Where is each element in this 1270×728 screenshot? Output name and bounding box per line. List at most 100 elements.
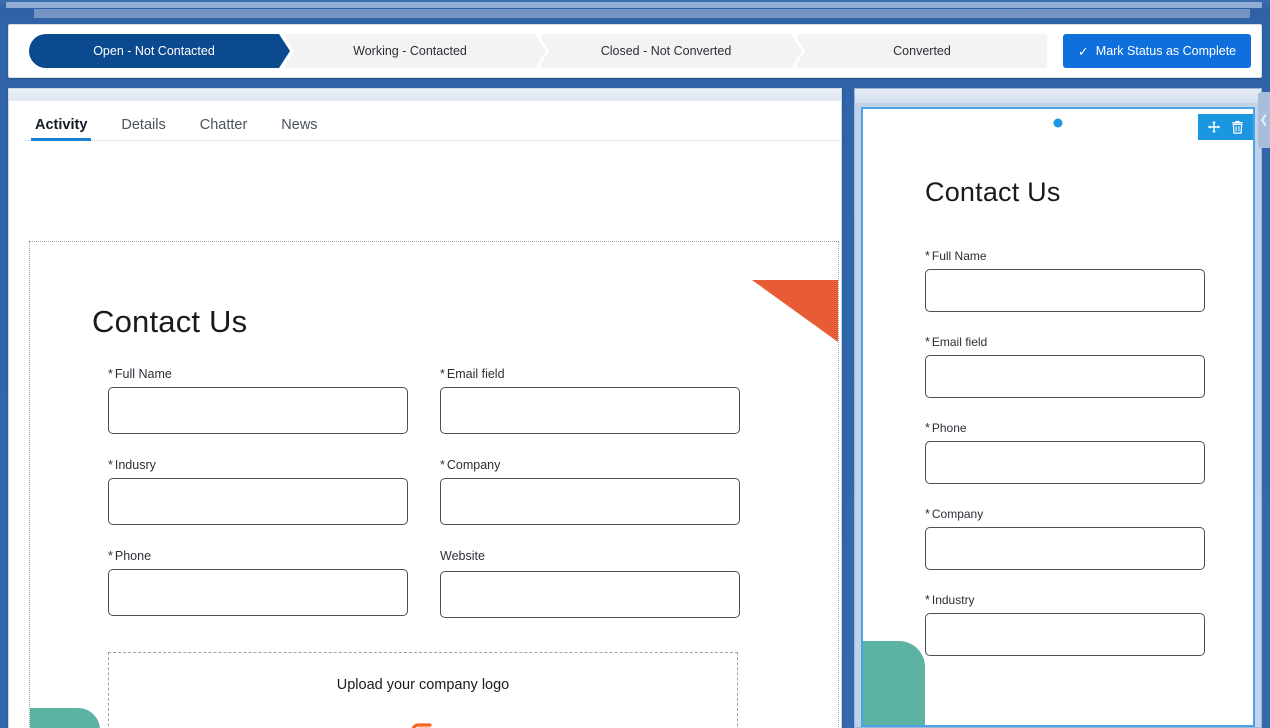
path-stage-converted[interactable]: Converted [797, 34, 1047, 68]
field-label: * Company [925, 507, 1205, 521]
field-label-text: Full Name [931, 249, 987, 263]
panel-collapse-handle[interactable]: ❮ [1258, 92, 1270, 148]
required-marker: * [925, 421, 930, 435]
full-name-input[interactable] [108, 387, 408, 434]
file-upload-dropzone[interactable]: Upload your company logo No files [108, 652, 738, 728]
tab-details[interactable]: Details [117, 117, 169, 140]
path-stage-label: Closed - Not Converted [600, 44, 732, 58]
field-label: * Phone [108, 549, 408, 563]
company-input[interactable] [440, 478, 740, 525]
field-label-text: Company [446, 458, 501, 472]
field-label: * Email field [925, 335, 1205, 349]
website-input[interactable] [440, 571, 740, 618]
company-input[interactable] [925, 527, 1205, 570]
upload-label: Upload your company logo [336, 677, 510, 693]
email-input[interactable] [925, 355, 1205, 398]
tab-label: Chatter [199, 117, 248, 133]
path-stage-label: Converted [893, 44, 951, 58]
mark-status-complete-label: Mark Status as Complete [1095, 44, 1237, 58]
tab-label: Details [121, 117, 166, 133]
header-bar-upper [6, 2, 1262, 8]
field-label-text: Website [440, 549, 485, 563]
field-phone: * Phone [108, 549, 408, 618]
builder-top-strip [855, 89, 1261, 103]
field-label-text: Indusry [114, 458, 156, 472]
field-label-text: Full Name [114, 367, 172, 381]
field-industry: * Industry [925, 593, 1205, 656]
move-icon[interactable] [1207, 120, 1221, 134]
component-toolbar [1198, 114, 1253, 140]
mark-status-complete-button[interactable]: ✓ Mark Status as Complete [1063, 34, 1251, 68]
field-label-text: Email field [446, 367, 505, 381]
field-label-text: Phone [114, 549, 152, 563]
phone-input[interactable] [108, 569, 408, 616]
field-company: * Company [440, 458, 740, 525]
builder-canvas-panel: Contact Us * Full Name * Email field * P… [854, 88, 1262, 728]
field-label: * Full Name [108, 367, 408, 381]
selected-component[interactable]: Contact Us * Full Name * Email field * P… [861, 107, 1255, 727]
required-marker: * [108, 367, 113, 381]
industry-input[interactable] [925, 613, 1205, 656]
required-marker: * [108, 458, 113, 472]
drag-handle-dot[interactable] [1051, 116, 1065, 130]
field-full-name: * Full Name [108, 367, 408, 434]
required-marker: * [925, 507, 930, 521]
status-path-bar: Open - Not Contacted Working - Contacted… [8, 24, 1262, 78]
field-label: * Company [440, 458, 740, 472]
required-marker: * [925, 593, 930, 607]
required-marker: * [440, 367, 445, 381]
field-label: * Indusry [108, 458, 408, 472]
tab-chatter[interactable]: Chatter [196, 117, 252, 140]
form-title: Contact Us [925, 177, 1061, 207]
field-phone: * Phone [925, 421, 1205, 484]
field-full-name: * Full Name [925, 249, 1205, 312]
field-label: * Email field [440, 367, 740, 381]
contact-us-form-preview: Contact Us * Full Name * Email field * I… [29, 241, 839, 728]
field-company: * Company [925, 507, 1205, 570]
path-stage-list: Open - Not Contacted Working - Contacted… [29, 34, 1047, 68]
panel-top-strip [9, 89, 841, 101]
field-label: * Full Name [925, 249, 1205, 263]
tab-activity[interactable]: Activity [31, 117, 92, 141]
industry-input[interactable] [108, 478, 408, 525]
tab-news[interactable]: News [277, 117, 321, 140]
tab-label: News [281, 117, 318, 133]
required-marker: * [440, 458, 445, 472]
trash-icon[interactable] [1231, 120, 1244, 134]
field-website: Website [440, 549, 740, 618]
check-icon: ✓ [1077, 43, 1089, 59]
chevron-left-icon: ❮ [1259, 113, 1269, 126]
phone-input[interactable] [925, 441, 1205, 484]
field-label: Website [440, 549, 740, 563]
form-field-grid: * Full Name * Email field * Indusry * Co… [108, 367, 768, 618]
required-marker: * [108, 549, 113, 563]
path-stage-open-not-contacted[interactable]: Open - Not Contacted [29, 34, 294, 68]
required-marker: * [925, 249, 930, 263]
form-title: Contact Us [92, 304, 248, 339]
field-label: * Phone [925, 421, 1205, 435]
field-label-text: Email field [931, 335, 988, 349]
full-name-input[interactable] [925, 269, 1205, 312]
path-stage-label: Open - Not Contacted [93, 44, 215, 58]
path-stage-working-contacted[interactable]: Working - Contacted [285, 34, 549, 68]
email-input[interactable] [440, 387, 740, 434]
header-bar-lower [34, 9, 1250, 18]
record-detail-panel: Activity Details Chatter News Contact Us [8, 88, 842, 728]
field-label-text: Company [931, 507, 984, 521]
record-tab-bar: Activity Details Chatter News [23, 109, 841, 141]
app-window: Open - Not Contacted Working - Contacted… [0, 0, 1270, 728]
form-field-list: * Full Name * Email field * Phone * Comp… [925, 249, 1205, 656]
field-email: * Email field [925, 335, 1205, 398]
orange-corner-decoration [752, 280, 838, 342]
teal-blob-decoration [863, 641, 925, 725]
path-stage-closed-not-converted[interactable]: Closed - Not Converted [541, 34, 805, 68]
field-label-text: Phone [931, 421, 967, 435]
field-email: * Email field [440, 367, 740, 434]
field-label-text: Industry [931, 593, 975, 607]
paperclip-icon [411, 723, 432, 728]
field-industry: * Indusry [108, 458, 408, 525]
tab-label: Activity [35, 117, 88, 133]
required-marker: * [925, 335, 930, 349]
field-label: * Industry [925, 593, 1205, 607]
window-header-strip [0, 0, 1270, 22]
